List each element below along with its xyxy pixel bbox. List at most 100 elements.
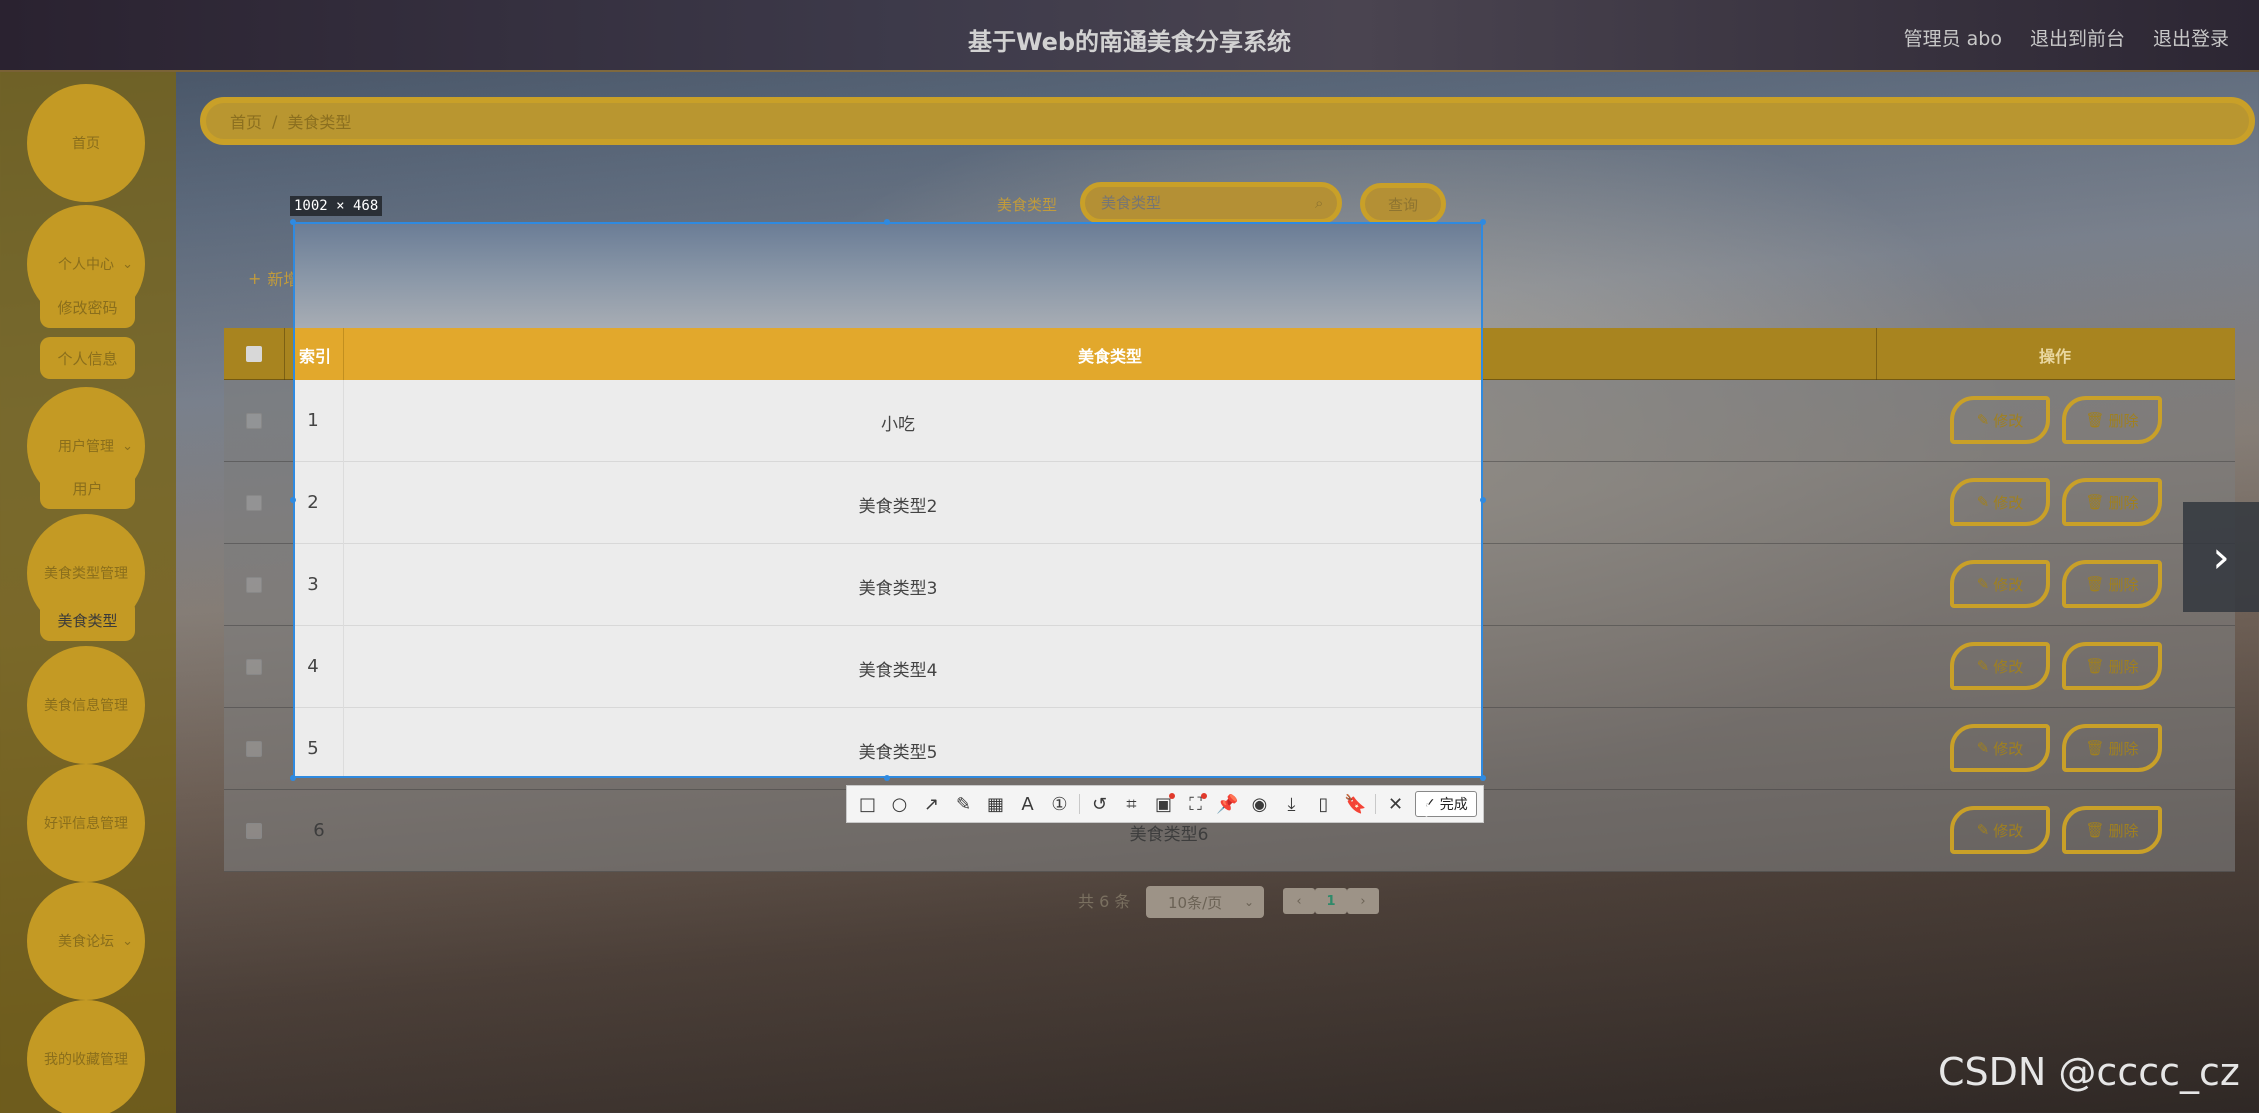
row-checkbox[interactable] (246, 495, 262, 511)
delete-button[interactable]: 🗑 删除 (2062, 478, 2162, 526)
translate-icon[interactable]: ▣ (1151, 792, 1176, 817)
page-size-select[interactable]: 10条/页 ⌄ (1146, 886, 1264, 918)
toolbar-divider (1375, 794, 1376, 814)
sidebar-item-label: 首页 (72, 136, 100, 152)
bookmark-icon[interactable]: 🔖 (1343, 792, 1368, 817)
next-page-button[interactable]: › (1347, 888, 1379, 914)
download-icon[interactable]: ⤓ (1279, 792, 1304, 817)
edit-button[interactable]: ✎ 修改 (1950, 396, 2050, 444)
number-marker-icon[interactable]: ① (1047, 792, 1072, 817)
trash-icon: 🗑 (2085, 493, 2105, 511)
admin-user-link[interactable]: 管理员 abo (1904, 24, 2002, 51)
ocr-icon[interactable]: ⌗ (1119, 792, 1144, 817)
ellipse-icon[interactable]: ○ (887, 792, 912, 817)
record-icon[interactable]: ◉ (1247, 792, 1272, 817)
table-row: 5 美食类型5 (295, 708, 1481, 776)
chevron-left-icon: ‹ (1296, 893, 1302, 909)
chevron-down-icon: ⌄ (1243, 895, 1254, 909)
sidebar-subitem-users[interactable]: 用户 (40, 467, 135, 509)
trash-icon: 🗑 (2085, 657, 2105, 675)
row-checkbox[interactable] (246, 659, 262, 675)
delete-button[interactable]: 🗑 删除 (2062, 806, 2162, 854)
edit-button[interactable]: ✎ 修改 (1950, 560, 2050, 608)
pen-icon[interactable]: ✎ (951, 792, 976, 817)
resize-handle[interactable] (290, 497, 296, 503)
edit-button[interactable]: ✎ 修改 (1950, 806, 2050, 854)
delete-button[interactable]: 🗑 删除 (2062, 724, 2162, 772)
sidebar-item-favorites-management[interactable]: 我的收藏管理 (27, 1000, 145, 1113)
arrow-icon[interactable]: ↗ (919, 792, 944, 817)
sidebar-subitem-label: 个人信息 (57, 349, 118, 368)
row-checkbox[interactable] (246, 823, 262, 839)
edit-button[interactable]: ✎ 修改 (1950, 724, 2050, 772)
trash-icon: 🗑 (2085, 821, 2105, 839)
capture-table-header: 索引 美食类型 (295, 328, 1481, 380)
trash-icon: 🗑 (2085, 411, 2105, 429)
scan-icon[interactable]: ⛶ (1183, 792, 1208, 817)
row-checkbox[interactable] (246, 741, 262, 757)
edit-button[interactable]: ✎ 修改 (1950, 478, 2050, 526)
query-button[interactable]: 查询 (1360, 183, 1446, 225)
page-number-button[interactable]: 1 (1315, 888, 1347, 914)
edit-button[interactable]: ✎ 修改 (1950, 642, 2050, 690)
ops-column-header: 操作 (2039, 347, 2072, 366)
table-row: 4 美食类型4 (295, 626, 1481, 708)
table-row: 1 小吃 (295, 380, 1481, 462)
logout-link[interactable]: 退出登录 (2153, 24, 2229, 51)
delete-label: 删除 (2108, 493, 2139, 512)
search-icon: ⌕ (1315, 194, 1324, 212)
select-all-checkbox[interactable] (246, 346, 262, 362)
chevron-down-icon: ⌄ (122, 933, 133, 949)
sidebar-item-review-management[interactable]: 好评信息管理 (27, 764, 145, 882)
resize-handle[interactable] (884, 775, 890, 781)
index-column-header: 索引 (299, 347, 332, 366)
type-column-header: 美食类型 (1078, 347, 1143, 366)
resize-handle[interactable] (290, 775, 296, 781)
sidebar-item-label: 美食论坛 (58, 934, 114, 950)
breadcrumb-home[interactable]: 首页 (230, 109, 262, 133)
sidebar-item-food-forum[interactable]: 美食论坛 ⌄ (27, 882, 145, 1000)
edit-icon: ✎ (1976, 821, 1990, 839)
sidebar-item-label: 我的收藏管理 (44, 1052, 128, 1068)
row-food-type: 美食类型6 (1129, 825, 1209, 845)
undo-icon[interactable]: ↺ (1087, 792, 1112, 817)
search-input[interactable] (1080, 182, 1342, 224)
close-icon[interactable]: ✕ (1383, 792, 1408, 817)
sidebar-subitem-personal-info[interactable]: 个人信息 (40, 337, 135, 379)
sidebar-subitem-change-password[interactable]: 修改密码 (40, 286, 135, 328)
resize-handle[interactable] (290, 219, 296, 225)
next-arrow-button[interactable]: › (2183, 502, 2259, 612)
edit-icon: ✎ (1976, 739, 1990, 757)
sidebar-item-home[interactable]: 首页 (27, 84, 145, 202)
delete-button[interactable]: 🗑 删除 (2062, 560, 2162, 608)
prev-page-button[interactable]: ‹ (1283, 888, 1315, 914)
plus-icon: + (248, 268, 262, 288)
row-index: 4 (307, 656, 319, 677)
table-row: 2 美食类型2 (295, 462, 1481, 544)
row-checkbox[interactable] (246, 577, 262, 593)
sidebar-subitem-food-type[interactable]: 美食类型 (40, 599, 135, 641)
resize-handle[interactable] (1480, 497, 1486, 503)
add-button[interactable]: + 新增 (248, 266, 299, 290)
delete-label: 删除 (2108, 739, 2139, 758)
resize-handle[interactable] (884, 219, 890, 225)
page-size-value: 10条/页 (1168, 893, 1223, 912)
breadcrumb-separator: / (272, 111, 278, 131)
delete-button[interactable]: 🗑 删除 (2062, 396, 2162, 444)
scan-glyph: ⛶ (1189, 793, 1202, 815)
rectangle-icon[interactable]: □ (855, 792, 880, 817)
resize-handle[interactable] (1480, 775, 1486, 781)
delete-button[interactable]: 🗑 删除 (2062, 642, 2162, 690)
pin-icon[interactable]: 📌 (1215, 792, 1240, 817)
resize-handle[interactable] (1480, 219, 1486, 225)
sidebar-item-food-info-management[interactable]: 美食信息管理 (27, 646, 145, 764)
watermark: CSDN @cccc_cz (1938, 1050, 2240, 1094)
capture-region[interactable]: 索引 美食类型 1 小吃 2 美食类型2 3 美食类型3 4 美食类型4 5 美… (293, 222, 1483, 778)
row-checkbox[interactable] (246, 413, 262, 429)
phone-icon[interactable]: ▯ (1311, 792, 1336, 817)
capture-size-tag: 1002 × 468 (290, 196, 383, 216)
text-icon[interactable]: A (1015, 792, 1040, 817)
mosaic-icon[interactable]: ▦ (983, 792, 1008, 817)
goto-frontend-link[interactable]: 退出到前台 (2030, 24, 2125, 51)
trash-icon: 🗑 (2085, 575, 2105, 593)
